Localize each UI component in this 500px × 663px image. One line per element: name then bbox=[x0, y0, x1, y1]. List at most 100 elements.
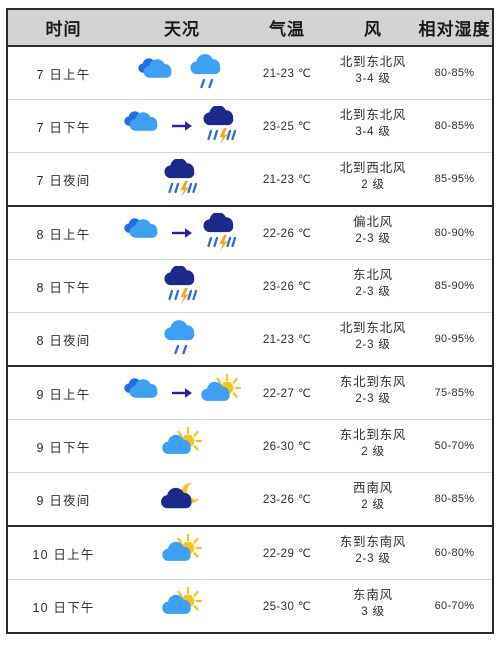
cell-humidity: 85-95% bbox=[417, 152, 493, 206]
column-header-time: 时间 bbox=[7, 9, 119, 47]
cell-humidity: 50-70% bbox=[417, 419, 493, 473]
table-row: 9 日夜间 23-26 ℃ 西南风 2 级 80-85% bbox=[7, 472, 493, 526]
cell-wind: 东北风 2-3 级 bbox=[329, 259, 417, 313]
cell-sky-condition bbox=[119, 312, 245, 366]
wind-force: 3 级 bbox=[361, 605, 385, 618]
table-row: 7 日下午 23-25 ℃ 北到东北风 3-4 级 80-85% bbox=[7, 99, 493, 153]
cell-wind: 东北到东风 2 级 bbox=[329, 419, 417, 473]
table-body: 7 日上午 21-23 ℃ 北到东北风 3-4 级 80-85% 7 日下午 2… bbox=[7, 46, 493, 633]
table-row: 7 日上午 21-23 ℃ 北到东北风 3-4 级 80-85% bbox=[7, 46, 493, 100]
sky-icon-group bbox=[119, 313, 245, 365]
table-row: 8 日上午 22-26 ℃ 偏北风 2-3 级 80-90% bbox=[7, 205, 493, 260]
thunderstorm-icon bbox=[164, 266, 198, 304]
cell-sky-condition bbox=[119, 579, 245, 633]
cell-humidity: 80-90% bbox=[417, 205, 493, 260]
wind-force: 3-4 级 bbox=[355, 125, 391, 138]
rain-light-icon bbox=[189, 54, 220, 89]
cell-temperature: 21-23 ℃ bbox=[245, 152, 329, 206]
wind-direction: 北到东北风 bbox=[339, 54, 407, 69]
sun-cloud-icon bbox=[162, 586, 203, 614]
table-row: 8 日夜间 21-23 ℃ 北到东北风 2-3 级 90-95% bbox=[7, 312, 493, 366]
cell-wind: 北到东北风 3-4 级 bbox=[329, 99, 417, 153]
table-row: 8 日下午 23-26 ℃ 东北风 2-3 级 85-90% bbox=[7, 259, 493, 313]
cell-humidity: 80-85% bbox=[417, 99, 493, 153]
sun-cloud-icon bbox=[162, 426, 203, 454]
wind-force: 2 级 bbox=[361, 178, 385, 191]
cell-time: 10 日上午 bbox=[7, 525, 119, 580]
wind-direction: 东北到东风 bbox=[339, 374, 407, 389]
cell-sky-condition bbox=[119, 152, 245, 206]
cell-temperature: 23-25 ℃ bbox=[245, 99, 329, 153]
wind-force: 2-3 级 bbox=[355, 232, 391, 245]
cell-humidity: 90-95% bbox=[417, 312, 493, 366]
table-header: 时间 天况 气温 风 相对湿度 bbox=[7, 9, 493, 47]
sky-icon-group bbox=[119, 580, 245, 632]
wind-force: 3-4 级 bbox=[355, 72, 391, 85]
cell-wind: 北到东北风 2-3 级 bbox=[329, 312, 417, 366]
sky-icon-group bbox=[119, 100, 245, 152]
cell-temperature: 26-30 ℃ bbox=[245, 419, 329, 473]
cell-time: 9 日下午 bbox=[7, 419, 119, 473]
cell-temperature: 22-27 ℃ bbox=[245, 365, 329, 420]
cell-humidity: 75-85% bbox=[417, 365, 493, 420]
sky-icon-group bbox=[119, 420, 245, 472]
wind-force: 2-3 级 bbox=[355, 285, 391, 298]
wind-direction: 东到东南风 bbox=[339, 534, 407, 549]
cell-time: 8 日上午 bbox=[7, 205, 119, 260]
moon-cloud-icon bbox=[161, 482, 200, 509]
cell-humidity: 60-80% bbox=[417, 525, 493, 580]
sky-icon-group bbox=[119, 367, 245, 419]
wind-direction: 北到东北风 bbox=[339, 320, 407, 335]
cell-time: 8 日下午 bbox=[7, 259, 119, 313]
cell-sky-condition bbox=[119, 46, 245, 100]
cell-humidity: 85-90% bbox=[417, 259, 493, 313]
table-row: 9 日下午 26-30 ℃ 东北到东风 2 级 50-70% bbox=[7, 419, 493, 473]
cell-wind: 西南风 2 级 bbox=[329, 472, 417, 526]
sun-cloud-icon bbox=[201, 373, 242, 401]
cell-sky-condition bbox=[119, 525, 245, 580]
cell-wind: 东南风 3 级 bbox=[329, 579, 417, 633]
table-row: 7 日夜间 21-23 ℃ 北到西北风 2 级 85-95% bbox=[7, 152, 493, 206]
sky-icon-group bbox=[119, 207, 245, 259]
cell-temperature: 21-23 ℃ bbox=[262, 68, 312, 80]
thunderstorm-icon bbox=[203, 213, 237, 251]
cloudy-icon bbox=[124, 218, 158, 238]
sky-icon-group bbox=[119, 527, 245, 579]
cell-sky-condition bbox=[119, 419, 245, 473]
cell-time: 7 日夜间 bbox=[7, 152, 119, 206]
cell-time: 9 日夜间 bbox=[7, 472, 119, 526]
sky-icon-group bbox=[119, 47, 245, 99]
cell-time: 10 日下午 bbox=[7, 579, 119, 633]
column-header-temperature: 气温 bbox=[245, 9, 329, 47]
cloudy-icon bbox=[137, 58, 171, 78]
cloudy-icon bbox=[124, 111, 158, 131]
cell-time: 9 日上午 bbox=[7, 365, 119, 420]
wind-force: 2-3 级 bbox=[355, 338, 391, 351]
cell-wind: 东到东南风 2-3 级 bbox=[329, 525, 417, 580]
sun-cloud-icon bbox=[162, 533, 203, 561]
weather-forecast-page: 时间 天况 气温 风 相对湿度 7 日上午 21-23 ℃ 北到东北风 3-4 … bbox=[0, 0, 500, 663]
cell-wind: 北到西北风 2 级 bbox=[329, 152, 417, 206]
cell-time: 7 日下午 bbox=[7, 99, 119, 153]
transition-arrow-icon bbox=[172, 388, 192, 398]
wind-direction: 偏北风 bbox=[353, 214, 393, 229]
cell-wind: 偏北风 2-3 级 bbox=[329, 205, 417, 260]
rain-light-icon bbox=[164, 320, 195, 355]
wind-force: 2 级 bbox=[361, 498, 385, 511]
cell-temperature: 22-29 ℃ bbox=[245, 525, 329, 580]
cell-humidity: 60-70% bbox=[417, 579, 493, 633]
cell-humidity: 80-85% bbox=[434, 67, 475, 79]
wind-force: 2-3 级 bbox=[355, 552, 391, 565]
column-header-humidity: 相对湿度 bbox=[417, 9, 493, 47]
transition-arrow-icon bbox=[172, 228, 192, 238]
wind-force: 2 级 bbox=[361, 445, 385, 458]
wind-force: 2-3 级 bbox=[355, 392, 391, 405]
cell-sky-condition bbox=[119, 259, 245, 313]
column-header-sky: 天况 bbox=[119, 9, 245, 47]
cell-wind: 东北到东风 2-3 级 bbox=[329, 365, 417, 420]
cell-temperature: 23-26 ℃ bbox=[245, 259, 329, 313]
cell-temperature: 22-26 ℃ bbox=[245, 205, 329, 260]
cell-sky-condition bbox=[119, 365, 245, 420]
cloudy-icon bbox=[124, 378, 158, 398]
wind-direction: 东北到东风 bbox=[339, 427, 407, 442]
